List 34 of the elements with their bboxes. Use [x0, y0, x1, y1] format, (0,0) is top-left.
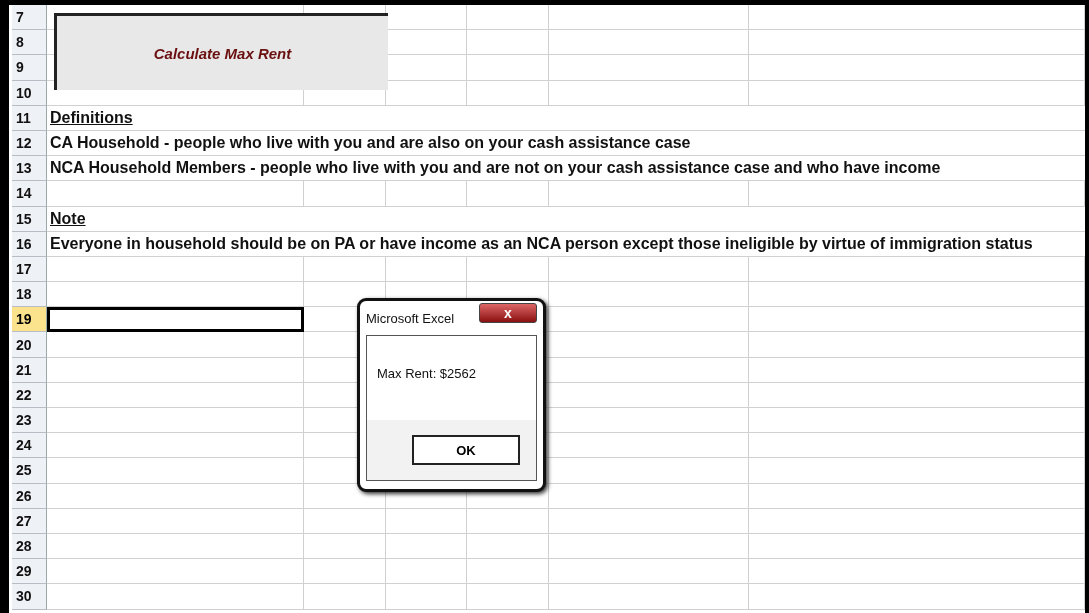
- row-header[interactable]: 21: [12, 357, 47, 383]
- cell-text: Note: [47, 206, 1085, 232]
- row-header[interactable]: 18: [12, 282, 47, 308]
- cell-text: Everyone in household should be on PA or have income as an NCA person except those ineligible by virtue of immigration status: [47, 231, 1085, 257]
- row-header[interactable]: 20: [12, 332, 47, 358]
- row-header[interactable]: 27: [12, 508, 47, 534]
- row-header[interactable]: 13: [12, 156, 47, 182]
- row-header[interactable]: 22: [12, 382, 47, 408]
- row-header[interactable]: 24: [12, 433, 47, 459]
- row-header[interactable]: 30: [12, 584, 47, 610]
- dialog-message: Max Rent: $2562: [376, 365, 477, 381]
- row-header[interactable]: 25: [12, 458, 47, 484]
- row-header[interactable]: 7: [12, 5, 47, 31]
- row-header[interactable]: 12: [12, 130, 47, 157]
- cell-text: Definitions: [47, 105, 1085, 131]
- row-header[interactable]: 15: [12, 206, 47, 232]
- row-header[interactable]: 29: [12, 559, 47, 585]
- row-header[interactable]: 19: [12, 307, 47, 333]
- row-header[interactable]: 16: [12, 231, 47, 257]
- cell-text: CA Household - people who live with you and are also on your cash assistance case: [47, 130, 1085, 157]
- row-header[interactable]: 28: [12, 533, 47, 560]
- close-button[interactable]: x: [479, 303, 537, 323]
- cell-text: NCA Household Members - people who live with you and are not on your cash assistance case and who have income: [47, 156, 1085, 182]
- row-header[interactable]: 17: [12, 256, 47, 283]
- row-header[interactable]: 14: [12, 181, 47, 207]
- dialog-title: Microsoft Excel: [366, 310, 455, 326]
- row-header[interactable]: 10: [12, 80, 47, 106]
- row-header[interactable]: 11: [12, 105, 47, 131]
- row-header[interactable]: 23: [12, 408, 47, 434]
- row-header[interactable]: 8: [12, 30, 47, 56]
- row-header[interactable]: 9: [12, 55, 47, 81]
- macro-button[interactable]: Calculate Max Rent: [54, 13, 388, 90]
- ok-button[interactable]: OK: [412, 435, 520, 465]
- row-header[interactable]: 26: [12, 483, 47, 509]
